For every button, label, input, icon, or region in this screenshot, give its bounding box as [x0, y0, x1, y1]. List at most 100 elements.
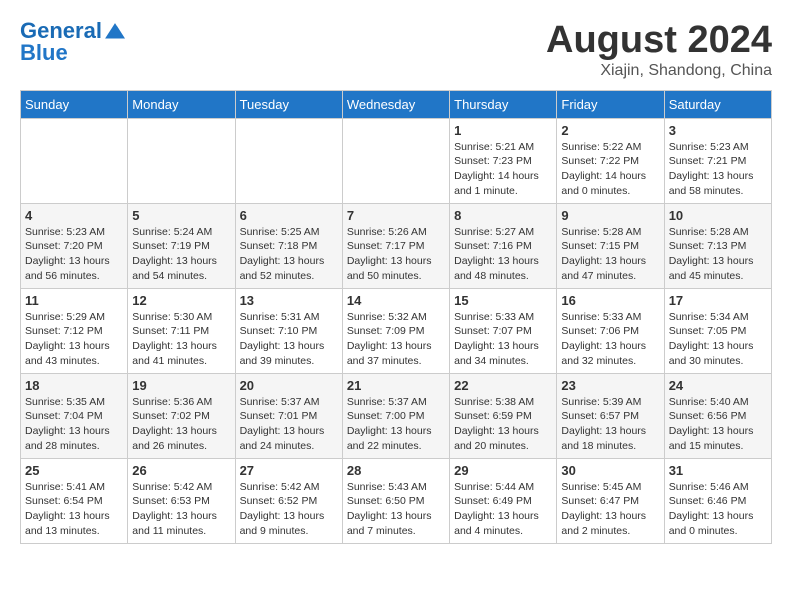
calendar-cell: 20 Sunrise: 5:37 AM Sunset: 7:01 PM Dayli…: [235, 373, 342, 458]
day-info: Sunrise: 5:37 AM Sunset: 7:01 PM Dayligh…: [240, 395, 338, 454]
day-info: Sunrise: 5:40 AM Sunset: 6:56 PM Dayligh…: [669, 395, 767, 454]
day-info: Sunrise: 5:35 AM Sunset: 7:04 PM Dayligh…: [25, 395, 123, 454]
weekday-header: Thursday: [450, 90, 557, 118]
calendar-week-row: 1Sunrise: 5:21 AM Sunset: 7:23 PM Daylig…: [21, 118, 772, 203]
calendar-cell: 29Sunrise: 5:44 AM Sunset: 6:49 PM Dayli…: [450, 458, 557, 543]
calendar-cell: 5Sunrise: 5:24 AM Sunset: 7:19 PM Daylig…: [128, 203, 235, 288]
day-number: 10: [669, 208, 767, 223]
calendar-cell: [235, 118, 342, 203]
calendar-cell: 24 Sunrise: 5:40 AM Sunset: 6:56 PM Dayli…: [664, 373, 771, 458]
day-info: Sunrise: 5:30 AM Sunset: 7:11 PM Dayligh…: [132, 310, 230, 369]
weekday-header: Monday: [128, 90, 235, 118]
weekday-header: Tuesday: [235, 90, 342, 118]
day-number: 11: [25, 293, 123, 308]
day-info: Sunrise: 5:27 AM Sunset: 7:16 PM Dayligh…: [454, 225, 552, 284]
day-info: Sunrise: 5:46 AM Sunset: 6:46 PM Dayligh…: [669, 480, 767, 539]
day-info: Sunrise: 5:36 AM Sunset: 7:02 PM Dayligh…: [132, 395, 230, 454]
day-info: Sunrise: 5:37 AM Sunset: 7:00 PM Dayligh…: [347, 395, 445, 454]
day-info: Sunrise: 5:33 AM Sunset: 7:07 PM Dayligh…: [454, 310, 552, 369]
calendar-cell: 26 Sunrise: 5:42 AM Sunset: 6:53 PM Dayli…: [128, 458, 235, 543]
day-number: 13: [240, 293, 338, 308]
day-info: Sunrise: 5:28 AM Sunset: 7:13 PM Dayligh…: [669, 225, 767, 284]
location: Xiajin, Shandong, China: [546, 62, 772, 80]
weekday-header: Saturday: [664, 90, 771, 118]
calendar-cell: [128, 118, 235, 203]
day-number: 2: [561, 123, 659, 138]
day-info: Sunrise: 5:43 AM Sunset: 6:50 PM Dayligh…: [347, 480, 445, 539]
title-section: August 2024 Xiajin, Shandong, China: [546, 20, 772, 80]
calendar-cell: 19 Sunrise: 5:36 AM Sunset: 7:02 PM Dayli…: [128, 373, 235, 458]
logo-icon: [104, 22, 126, 40]
calendar-cell: 30 Sunrise: 5:45 AM Sunset: 6:47 PM Dayli…: [557, 458, 664, 543]
header-row: SundayMondayTuesdayWednesdayThursdayFrid…: [21, 90, 772, 118]
day-info: Sunrise: 5:22 AM Sunset: 7:22 PM Dayligh…: [561, 140, 659, 199]
calendar-cell: [21, 118, 128, 203]
day-info: Sunrise: 5:45 AM Sunset: 6:47 PM Dayligh…: [561, 480, 659, 539]
day-info: Sunrise: 5:42 AM Sunset: 6:52 PM Dayligh…: [240, 480, 338, 539]
calendar-cell: 9Sunrise: 5:28 AM Sunset: 7:15 PM Daylig…: [557, 203, 664, 288]
day-number: 26: [132, 463, 230, 478]
weekday-header: Friday: [557, 90, 664, 118]
day-number: 9: [561, 208, 659, 223]
day-number: 25: [25, 463, 123, 478]
logo-text: General: [20, 20, 102, 42]
day-info: Sunrise: 5:21 AM Sunset: 7:23 PM Dayligh…: [454, 140, 552, 199]
day-number: 16: [561, 293, 659, 308]
day-info: Sunrise: 5:25 AM Sunset: 7:18 PM Dayligh…: [240, 225, 338, 284]
logo-blue-text: Blue: [20, 42, 68, 64]
day-info: Sunrise: 5:38 AM Sunset: 6:59 PM Dayligh…: [454, 395, 552, 454]
day-number: 7: [347, 208, 445, 223]
day-number: 8: [454, 208, 552, 223]
day-number: 21: [347, 378, 445, 393]
calendar-cell: 12 Sunrise: 5:30 AM Sunset: 7:11 PM Dayli…: [128, 288, 235, 373]
calendar-cell: 10 Sunrise: 5:28 AM Sunset: 7:13 PM Dayli…: [664, 203, 771, 288]
day-info: Sunrise: 5:29 AM Sunset: 7:12 PM Dayligh…: [25, 310, 123, 369]
day-number: 14: [347, 293, 445, 308]
day-info: Sunrise: 5:32 AM Sunset: 7:09 PM Dayligh…: [347, 310, 445, 369]
day-number: 22: [454, 378, 552, 393]
day-info: Sunrise: 5:23 AM Sunset: 7:21 PM Dayligh…: [669, 140, 767, 199]
day-info: Sunrise: 5:33 AM Sunset: 7:06 PM Dayligh…: [561, 310, 659, 369]
day-number: 19: [132, 378, 230, 393]
day-number: 20: [240, 378, 338, 393]
calendar-week-row: 25Sunrise: 5:41 AM Sunset: 6:54 PM Dayli…: [21, 458, 772, 543]
calendar-cell: 14 Sunrise: 5:32 AM Sunset: 7:09 PM Dayli…: [342, 288, 449, 373]
calendar-cell: 6Sunrise: 5:25 AM Sunset: 7:18 PM Daylig…: [235, 203, 342, 288]
day-number: 3: [669, 123, 767, 138]
weekday-header: Wednesday: [342, 90, 449, 118]
calendar-cell: 2 Sunrise: 5:22 AM Sunset: 7:22 PM Daylig…: [557, 118, 664, 203]
calendar-cell: 15 Sunrise: 5:33 AM Sunset: 7:07 PM Dayli…: [450, 288, 557, 373]
calendar-cell: 17 Sunrise: 5:34 AM Sunset: 7:05 PM Dayli…: [664, 288, 771, 373]
calendar-cell: 7 Sunrise: 5:26 AM Sunset: 7:17 PM Daylig…: [342, 203, 449, 288]
day-number: 27: [240, 463, 338, 478]
calendar-cell: 21 Sunrise: 5:37 AM Sunset: 7:00 PM Dayli…: [342, 373, 449, 458]
calendar-cell: 3 Sunrise: 5:23 AM Sunset: 7:21 PM Daylig…: [664, 118, 771, 203]
day-info: Sunrise: 5:42 AM Sunset: 6:53 PM Dayligh…: [132, 480, 230, 539]
calendar-cell: 13Sunrise: 5:31 AM Sunset: 7:10 PM Dayli…: [235, 288, 342, 373]
day-info: Sunrise: 5:39 AM Sunset: 6:57 PM Dayligh…: [561, 395, 659, 454]
day-number: 28: [347, 463, 445, 478]
day-number: 31: [669, 463, 767, 478]
weekday-header: Sunday: [21, 90, 128, 118]
day-number: 17: [669, 293, 767, 308]
calendar-cell: 23 Sunrise: 5:39 AM Sunset: 6:57 PM Dayli…: [557, 373, 664, 458]
day-number: 18: [25, 378, 123, 393]
day-number: 24: [669, 378, 767, 393]
day-info: Sunrise: 5:34 AM Sunset: 7:05 PM Dayligh…: [669, 310, 767, 369]
day-number: 30: [561, 463, 659, 478]
calendar-cell: 22 Sunrise: 5:38 AM Sunset: 6:59 PM Dayli…: [450, 373, 557, 458]
calendar-week-row: 18 Sunrise: 5:35 AM Sunset: 7:04 PM Dayli…: [21, 373, 772, 458]
calendar-cell: 4Sunrise: 5:23 AM Sunset: 7:20 PM Daylig…: [21, 203, 128, 288]
calendar-week-row: 11 Sunrise: 5:29 AM Sunset: 7:12 PM Dayli…: [21, 288, 772, 373]
page-header: General Blue August 2024 Xiajin, Shandon…: [20, 20, 772, 80]
day-info: Sunrise: 5:24 AM Sunset: 7:19 PM Dayligh…: [132, 225, 230, 284]
month-year: August 2024: [546, 20, 772, 62]
calendar-week-row: 4Sunrise: 5:23 AM Sunset: 7:20 PM Daylig…: [21, 203, 772, 288]
day-info: Sunrise: 5:26 AM Sunset: 7:17 PM Dayligh…: [347, 225, 445, 284]
calendar-cell: 11 Sunrise: 5:29 AM Sunset: 7:12 PM Dayli…: [21, 288, 128, 373]
day-number: 12: [132, 293, 230, 308]
day-number: 15: [454, 293, 552, 308]
logo: General Blue: [20, 20, 126, 64]
calendar-cell: [342, 118, 449, 203]
day-number: 23: [561, 378, 659, 393]
